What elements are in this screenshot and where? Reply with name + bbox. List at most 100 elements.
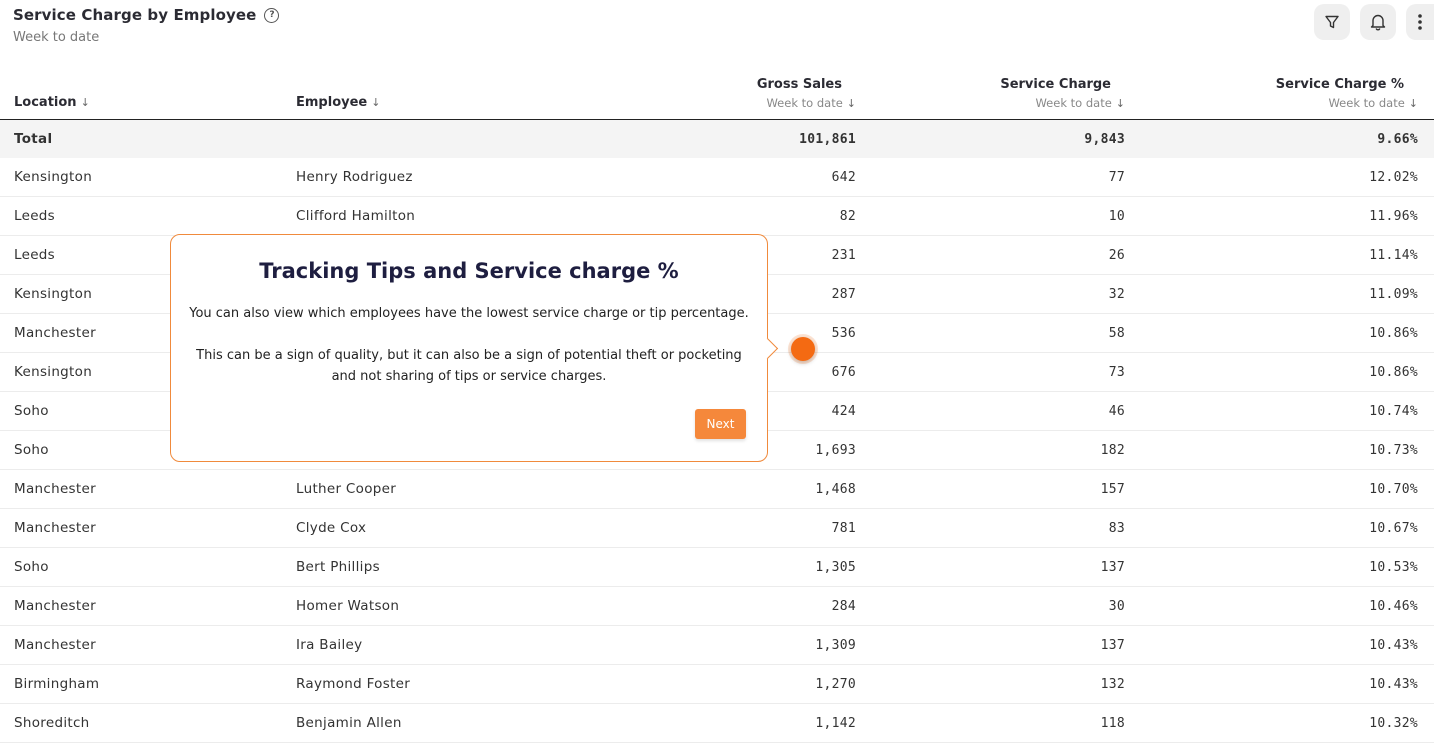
column-sublabel: Week to date ↓ — [1035, 96, 1125, 110]
cell-location: Kensington — [0, 158, 296, 197]
cell-location: Shoreditch — [0, 703, 296, 743]
sort-arrow-icon: ↓ — [80, 96, 90, 109]
cell-location: Birmingham — [0, 664, 296, 704]
total-gross-sales: 101,861 — [716, 119, 856, 158]
cell-service-charge-pct: 11.09% — [1139, 274, 1434, 314]
widget-title: Service Charge by Employee — [13, 6, 257, 24]
cell-service-charge: 46 — [856, 391, 1139, 431]
cell-service-charge: 58 — [856, 313, 1139, 353]
cell-employee: Homer Watson — [296, 586, 716, 626]
cell-service-charge: 10 — [856, 196, 1139, 236]
cell-location: Soho — [0, 547, 296, 587]
cell-employee: Luther Cooper — [296, 469, 716, 509]
column-header-location[interactable]: Location ↓ — [0, 62, 296, 120]
filter-icon — [1325, 15, 1339, 29]
cell-gross-sales: 1,305 — [716, 547, 856, 587]
bell-icon — [1370, 14, 1386, 31]
cell-service-charge-pct: 10.43% — [1139, 664, 1434, 704]
cell-gross-sales: 1,468 — [716, 469, 856, 509]
table-row[interactable]: Kensington Henry Rodriguez 642 77 12.02% — [0, 158, 1434, 197]
cell-service-charge: 73 — [856, 352, 1139, 392]
cell-service-charge-pct: 10.74% — [1139, 391, 1434, 431]
widget-subtitle: Week to date — [13, 30, 100, 45]
tour-paragraph-1: You can also view which employees have t… — [189, 306, 749, 321]
more-options-button[interactable] — [1406, 4, 1434, 40]
cell-service-charge: 77 — [856, 158, 1139, 197]
cell-location: Manchester — [0, 586, 296, 626]
cell-service-charge: 182 — [856, 430, 1139, 470]
cell-service-charge: 83 — [856, 508, 1139, 548]
table-row[interactable]: Manchester Luther Cooper 1,468 157 10.70% — [0, 469, 1434, 509]
cell-employee: Ira Bailey — [296, 625, 716, 665]
cell-service-charge-pct: 12.02% — [1139, 158, 1434, 197]
column-header-service-charge-pct[interactable]: Service Charge % Week to date ↓ — [1139, 62, 1434, 120]
sort-arrow-icon: ↓ — [371, 96, 381, 109]
widget-header: Service Charge by Employee ? Week to dat… — [13, 6, 280, 45]
cell-service-charge: 137 — [856, 625, 1139, 665]
cell-service-charge-pct: 11.14% — [1139, 235, 1434, 275]
cell-service-charge-pct: 10.46% — [1139, 586, 1434, 626]
filter-button[interactable] — [1314, 4, 1350, 40]
total-employee — [296, 119, 716, 158]
table-row[interactable]: Manchester Homer Watson 284 30 10.46% — [0, 586, 1434, 626]
table-row[interactable]: Manchester Ira Bailey 1,309 137 10.43% — [0, 625, 1434, 665]
tour-beacon[interactable] — [791, 337, 815, 361]
cell-gross-sales: 781 — [716, 508, 856, 548]
cell-service-charge: 32 — [856, 274, 1139, 314]
total-service-charge: 9,843 — [856, 119, 1139, 158]
column-label: Employee — [296, 95, 368, 110]
table-row[interactable]: Manchester Clyde Cox 781 83 10.67% — [0, 508, 1434, 548]
cell-location: Manchester — [0, 625, 296, 665]
cell-service-charge-pct: 10.86% — [1139, 313, 1434, 353]
column-label: Service Charge % — [1275, 77, 1404, 92]
column-header-employee[interactable]: Employee ↓ — [296, 62, 716, 120]
cell-service-charge: 132 — [856, 664, 1139, 704]
cell-service-charge-pct: 10.43% — [1139, 625, 1434, 665]
column-header-service-charge[interactable]: Service Charge Week to date ↓ — [856, 62, 1139, 120]
cell-employee: Benjamin Allen — [296, 703, 716, 743]
cell-service-charge-pct: 10.86% — [1139, 352, 1434, 392]
sort-arrow-icon: ↓ — [1115, 97, 1125, 110]
column-sublabel: Week to date ↓ — [766, 96, 856, 110]
sort-arrow-icon: ↓ — [1408, 97, 1418, 110]
table-row[interactable]: Soho Bert Phillips 1,305 137 10.53% — [0, 547, 1434, 587]
cell-service-charge: 157 — [856, 469, 1139, 509]
cell-gross-sales: 82 — [716, 196, 856, 236]
cell-gross-sales: 284 — [716, 586, 856, 626]
cell-service-charge: 30 — [856, 586, 1139, 626]
cell-service-charge-pct: 10.32% — [1139, 703, 1434, 743]
cell-service-charge: 118 — [856, 703, 1139, 743]
cell-service-charge: 26 — [856, 235, 1139, 275]
column-header-gross-sales[interactable]: Gross Sales Week to date ↓ — [716, 62, 856, 120]
cell-employee: Bert Phillips — [296, 547, 716, 587]
total-row: Total 101,861 9,843 9.66% — [0, 119, 1434, 158]
cell-location: Manchester — [0, 469, 296, 509]
more-vertical-icon — [1418, 14, 1422, 30]
cell-location: Leeds — [0, 196, 296, 236]
notifications-button[interactable] — [1360, 4, 1396, 40]
column-label: Gross Sales — [756, 77, 842, 92]
table-row[interactable]: Leeds Clifford Hamilton 82 10 11.96% — [0, 196, 1434, 236]
cell-service-charge-pct: 10.70% — [1139, 469, 1434, 509]
cell-service-charge-pct: 10.67% — [1139, 508, 1434, 548]
widget-toolbar — [1314, 4, 1434, 40]
table-row[interactable]: Birmingham Raymond Foster 1,270 132 10.43% — [0, 664, 1434, 704]
cell-service-charge: 137 — [856, 547, 1139, 587]
cell-employee: Clyde Cox — [296, 508, 716, 548]
cell-employee: Henry Rodriguez — [296, 158, 716, 197]
cell-gross-sales: 1,142 — [716, 703, 856, 743]
column-label: Location — [14, 95, 77, 110]
tour-body: You can also view which employees have t… — [185, 303, 753, 408]
cell-gross-sales: 1,270 — [716, 664, 856, 704]
tour-title: Tracking Tips and Service charge % — [259, 259, 679, 283]
cell-gross-sales: 642 — [716, 158, 856, 197]
total-service-charge-pct: 9.66% — [1139, 119, 1434, 158]
cell-gross-sales: 1,309 — [716, 625, 856, 665]
question-circle-icon[interactable]: ? — [264, 7, 280, 23]
table-row[interactable]: Shoreditch Benjamin Allen 1,142 118 10.32% — [0, 703, 1434, 743]
cell-location: Manchester — [0, 508, 296, 548]
cell-employee: Clifford Hamilton — [296, 196, 716, 236]
tour-popover: Tracking Tips and Service charge % You c… — [170, 234, 768, 462]
tour-next-button[interactable]: Next — [695, 409, 746, 439]
sort-arrow-icon: ↓ — [846, 97, 856, 110]
